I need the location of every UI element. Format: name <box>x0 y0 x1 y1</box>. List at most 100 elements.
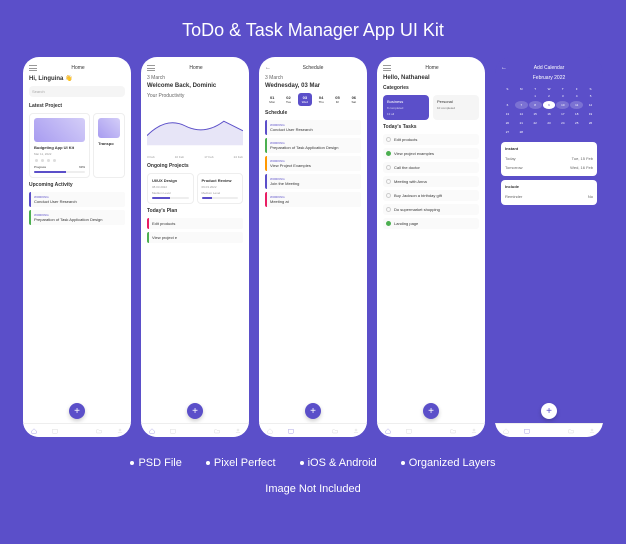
menu-icon[interactable] <box>147 65 155 71</box>
cal-day[interactable]: 1 <box>529 92 542 100</box>
menu-icon[interactable] <box>29 65 37 71</box>
checkbox-icon[interactable] <box>386 137 391 142</box>
task-item[interactable]: WORKINGConduct User Research <box>265 120 361 135</box>
home-icon[interactable] <box>503 428 509 434</box>
home-icon[interactable] <box>267 428 273 434</box>
add-button[interactable]: + <box>305 403 321 419</box>
cal-day[interactable]: 23 <box>543 119 556 127</box>
todo-item[interactable]: Edit products <box>383 134 479 145</box>
back-arrow-icon[interactable]: ← <box>265 65 271 71</box>
cal-day[interactable]: 14 <box>515 110 528 118</box>
cal-day[interactable]: 16 <box>543 110 556 118</box>
cal-day[interactable]: 21 <box>515 119 528 127</box>
folder-icon[interactable] <box>568 428 574 434</box>
cal-day-active[interactable]: 9 <box>543 101 556 109</box>
task-item[interactable]: WORKINGJoin the Meeting <box>265 174 361 189</box>
calendar-icon[interactable] <box>170 428 176 434</box>
calendar-icon[interactable] <box>288 428 294 434</box>
checkbox-done-icon[interactable] <box>386 151 391 156</box>
calendar-icon[interactable] <box>52 428 58 434</box>
folder-icon[interactable] <box>450 428 456 434</box>
cal-day[interactable]: 15 <box>529 110 542 118</box>
checkbox-icon[interactable] <box>386 193 391 198</box>
folder-icon[interactable] <box>96 428 102 434</box>
cal-day[interactable]: 10 <box>556 101 569 109</box>
category-card-personal[interactable]: Personal 10 completed <box>433 95 479 120</box>
date-option-active[interactable]: 03Wed <box>298 93 312 106</box>
cal-day[interactable]: 6 <box>501 101 514 109</box>
category-card-business[interactable]: Business 8 completed 13 all <box>383 95 429 120</box>
folder-icon[interactable] <box>214 428 220 434</box>
profile-icon[interactable] <box>235 428 241 434</box>
add-button[interactable]: + <box>423 403 439 419</box>
home-icon[interactable] <box>385 428 391 434</box>
cal-day[interactable]: 13 <box>501 110 514 118</box>
option-tomorrow[interactable]: TomorrowWed, 16 Feb <box>505 163 593 172</box>
task-item[interactable]: WORKINGView Project Examples <box>265 156 361 171</box>
checkbox-icon[interactable] <box>386 179 391 184</box>
option-reminder[interactable]: ReminderNo <box>505 192 593 201</box>
cal-day[interactable]: 20 <box>501 119 514 127</box>
profile-icon[interactable] <box>589 428 595 434</box>
date-option[interactable]: 04Thu <box>314 93 328 106</box>
profile-icon[interactable] <box>353 428 359 434</box>
cal-day[interactable]: 5 <box>584 92 597 100</box>
cal-day[interactable]: 27 <box>501 128 514 136</box>
cal-day[interactable]: 11 <box>570 101 583 109</box>
date-option[interactable]: 06Sat <box>347 93 361 106</box>
cal-day[interactable]: 28 <box>515 128 528 136</box>
cal-day[interactable]: 22 <box>529 119 542 127</box>
back-arrow-icon[interactable]: ← <box>501 65 507 71</box>
cal-day[interactable]: 18 <box>570 110 583 118</box>
cal-day[interactable]: 7 <box>515 101 528 109</box>
task-item[interactable]: WORKING Preparation of Task Application … <box>29 210 125 225</box>
todo-item[interactable]: Buy Jackson a birthday gift <box>383 190 479 201</box>
cal-day[interactable]: 19 <box>584 110 597 118</box>
cal-day[interactable]: 2 <box>543 92 556 100</box>
task-item[interactable]: Edit products <box>147 218 243 229</box>
welcome-text: Welcome Back, Dominic <box>147 83 243 89</box>
todo-item[interactable]: View project examples <box>383 148 479 159</box>
task-item[interactable]: WORKINGPreparation of Task Application D… <box>265 138 361 153</box>
profile-icon[interactable] <box>471 428 477 434</box>
option-today[interactable]: TodayTue, 15 Feb <box>505 154 593 163</box>
cal-day[interactable]: 24 <box>556 119 569 127</box>
search-input[interactable]: Search <box>29 86 125 97</box>
todo-item[interactable]: Do supermarket shopping <box>383 204 479 215</box>
home-icon[interactable] <box>149 428 155 434</box>
menu-icon[interactable] <box>383 65 391 71</box>
date-option[interactable]: 02Tue <box>281 93 295 106</box>
cal-day[interactable] <box>515 92 528 100</box>
project-card[interactable]: Product Review 09.03.2022 Medium Level <box>197 173 244 204</box>
task-item[interactable]: WORKING Conduct User Research <box>29 192 125 207</box>
profile-icon[interactable] <box>117 428 123 434</box>
checkbox-icon[interactable] <box>386 207 391 212</box>
task-item[interactable]: View project e <box>147 232 243 243</box>
folder-icon[interactable] <box>332 428 338 434</box>
calendar-icon[interactable] <box>524 428 530 434</box>
task-item[interactable]: WORKINGMeeting at <box>265 192 361 207</box>
todo-item[interactable]: Landing page <box>383 218 479 229</box>
cal-day[interactable]: 26 <box>584 119 597 127</box>
cal-day[interactable] <box>501 92 514 100</box>
cal-day[interactable]: 12 <box>584 101 597 109</box>
home-icon[interactable] <box>31 428 37 434</box>
checkbox-icon[interactable] <box>386 165 391 170</box>
checkbox-done-icon[interactable] <box>386 221 391 226</box>
calendar-icon[interactable] <box>406 428 412 434</box>
project-card[interactable]: Budgeting App UI Kit Mar 11, 2022 Progre… <box>29 113 90 178</box>
todo-item[interactable]: Call the doctor <box>383 162 479 173</box>
todo-item[interactable]: Meeting with Anna <box>383 176 479 187</box>
project-card-2[interactable]: Transpo <box>93 113 125 178</box>
date-option[interactable]: 05Fri <box>330 93 344 106</box>
cal-day[interactable]: 3 <box>556 92 569 100</box>
cal-day[interactable]: 25 <box>570 119 583 127</box>
cal-day[interactable]: 8 <box>529 101 542 109</box>
add-button[interactable]: + <box>69 403 85 419</box>
project-card[interactable]: UI/UX Design 08.03.2022 Medium Level <box>147 173 194 204</box>
add-button[interactable]: + <box>541 403 557 419</box>
date-option[interactable]: 01Mon <box>265 93 279 106</box>
add-button[interactable]: + <box>187 403 203 419</box>
cal-day[interactable]: 4 <box>570 92 583 100</box>
cal-day[interactable]: 17 <box>556 110 569 118</box>
